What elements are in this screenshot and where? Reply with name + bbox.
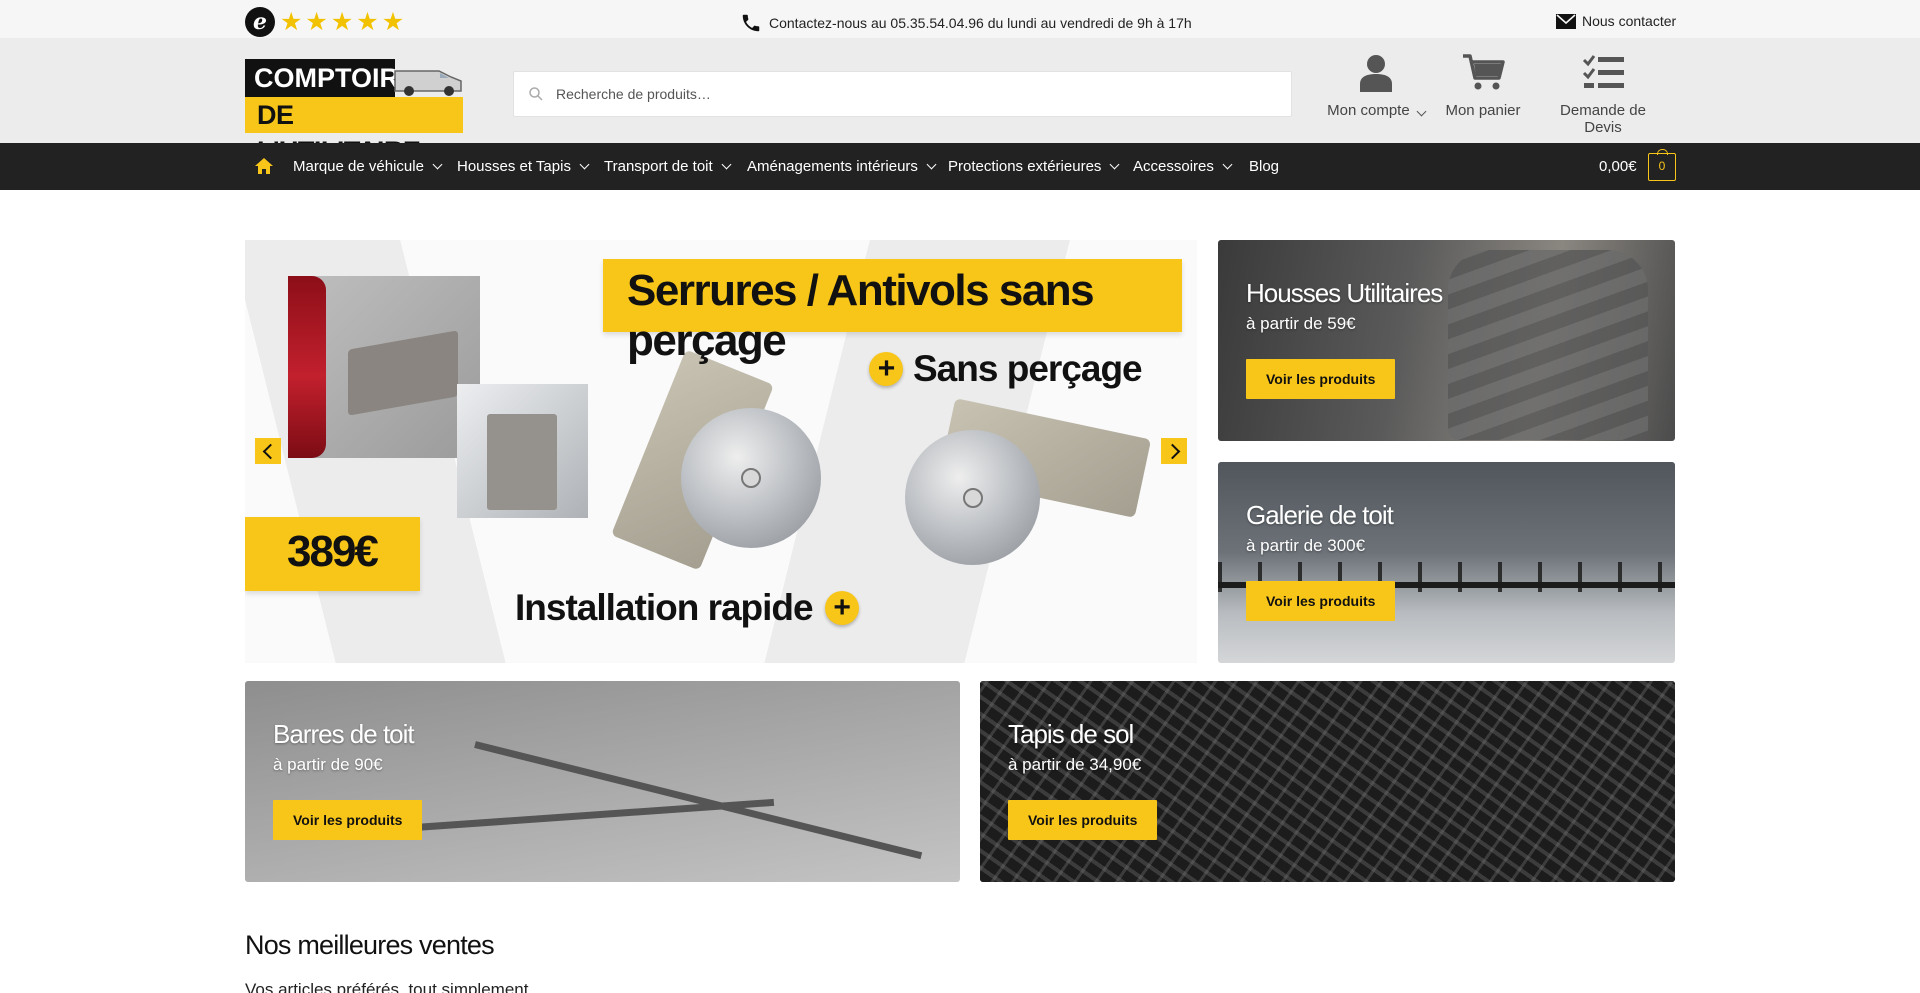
hero-price-band: 389€ [245,517,420,591]
chevron-down-icon [721,159,732,170]
star-icon: ★ [305,8,328,36]
star-icon: ★ [330,8,354,36]
nav-item-label: Accessoires [1133,158,1214,175]
van-door-photo [288,276,480,458]
envelope-icon [1556,13,1576,29]
top-bar: e ★ ★ ★ ★ ★ Contactez-nous au 05.35.54.0… [0,0,1920,38]
logo-line1: COMPTOIR [245,59,399,97]
keyhole-icon [741,468,761,488]
nav-item-label: Protections extérieures [948,158,1102,175]
nav-item-accessoires[interactable]: Accessoires [1133,158,1233,175]
plus-icon: + [869,352,903,386]
chevron-down-icon [1416,106,1427,117]
card-title: Housses Utilitaires [1246,278,1443,308]
contact-phone-text: Contactez-nous au 05.35.54.04.96 du lund… [769,15,1192,31]
promo-card-galerie[interactable]: Galerie de toit à partir de 300€ Voir le… [1218,462,1675,663]
lock-plate-image [487,414,557,510]
seat-image [1448,250,1648,440]
nav-item-blog[interactable]: Blog [1249,158,1279,175]
promo-card-tapis[interactable]: Tapis de sol à partir de 34,90€ Voir les… [980,681,1675,882]
nav-item-transport[interactable]: Transport de toit [604,158,732,175]
search-bar[interactable] [513,71,1292,117]
card-title: Tapis de sol [1008,719,1134,749]
nav-item-label: Blog [1249,158,1280,175]
tail-light-image [288,276,326,458]
chevron-down-icon [579,159,590,170]
lock-plate-image [348,330,458,416]
slider-prev-arrow-icon[interactable] [255,438,281,464]
slider-next-arrow-icon[interactable] [1161,438,1187,464]
bestsellers-title: Nos meilleures ventes [245,930,495,960]
promo-card-barres[interactable]: Barres de toit à partir de 90€ Voir les … [245,681,960,882]
hero-feature-no-drill: + Sans perçage [869,348,1143,390]
cart-link[interactable]: Mon panier [1440,52,1526,119]
star-icon: ★ [356,8,379,36]
hero-headline-band: Serrures / Antivols sans perçage [603,259,1182,365]
view-products-button[interactable]: Voir les produits [1246,359,1396,399]
logo-line2: DE L'UTILITAIRE [245,97,463,166]
van-icon [394,70,462,96]
star-icon: ★ [280,8,303,36]
hero-feature-quick-install: Installation rapide + [515,587,859,629]
floor-mat-texture [980,681,1675,882]
star-icon: ★ [381,8,405,36]
nav-item-marque[interactable]: Marque de véhicule [293,158,443,175]
card-price: à partir de 59€ [1246,314,1356,333]
contact-phone-line: Contactez-nous au 05.35.54.04.96 du lund… [740,12,1192,34]
chevron-down-icon [1222,159,1233,170]
bestsellers-subtitle: Vos articles préférés, tout simplement. [245,980,534,993]
card-price: à partir de 90€ [273,755,383,774]
hero-feature-label: Sans perçage [913,348,1143,389]
ekomi-logo: e [245,7,275,37]
nav-item-label: Transport de toit [604,158,713,175]
search-icon [529,87,543,101]
user-icon [1360,55,1392,92]
contact-link[interactable]: Nous contacter [1556,13,1676,29]
account-link[interactable]: Mon compte [1320,52,1432,119]
nav-item-housses[interactable]: Housses et Tapis [457,158,590,175]
cart-label: Mon panier [1445,102,1521,119]
card-price: à partir de 34,90€ [1008,755,1142,774]
contact-link-label[interactable]: Nous contacter [1582,13,1676,29]
nav-item-label: Housses et Tapis [457,158,571,175]
search-input[interactable] [556,72,1276,116]
rating-widget[interactable]: e ★ ★ ★ ★ ★ [245,7,404,37]
hero-price: 389€ [287,527,379,576]
site-header: COMPTOIR DE L'UTILITAIRE Mon compte Mon … [0,38,1920,166]
card-price: à partir de 300€ [1246,536,1366,555]
cart-count-badge[interactable]: 0 [1648,149,1676,181]
roof-bars-image [245,681,960,882]
shopping-cart-icon [1463,54,1505,90]
lock-product-image [905,430,1040,565]
chevron-down-icon [1109,159,1120,170]
main-nav: Marque de véhicule Housses et Tapis Tran… [0,143,1920,190]
view-products-button[interactable]: Voir les produits [1008,800,1158,840]
chevron-down-icon [926,159,937,170]
home-icon[interactable] [254,157,274,175]
card-title: Galerie de toit [1246,500,1394,530]
site-logo[interactable]: COMPTOIR DE L'UTILITAIRE [245,59,465,166]
account-label: Mon compte [1327,102,1410,119]
promo-card-housses[interactable]: Housses Utilitaires à partir de 59€ Voir… [1218,240,1675,441]
card-title: Barres de toit [273,719,415,749]
lock-detail-photo [457,384,588,518]
hero-feature-label: Installation rapide [515,587,814,628]
checklist-icon [1582,55,1624,88]
phone-icon [742,14,760,32]
cart-total[interactable]: 0,00€ [1599,158,1637,175]
chevron-down-icon [432,159,443,170]
quote-link[interactable]: Demande de Devis [1540,52,1666,136]
nav-item-label: Aménagements intérieurs [747,158,918,175]
view-products-button[interactable]: Voir les produits [273,800,423,840]
keyhole-icon [962,487,983,508]
lock-product-image [681,408,821,548]
nav-item-protections[interactable]: Protections extérieures [948,158,1120,175]
hero-slider[interactable]: Serrures / Antivols sans perçage + Sans … [245,240,1197,663]
nav-item-label: Marque de véhicule [293,158,424,175]
quote-label: Demande de Devis [1560,102,1646,136]
nav-item-amenagements[interactable]: Aménagements intérieurs [747,158,937,175]
plus-icon: + [824,591,859,625]
view-products-button[interactable]: Voir les produits [1246,581,1396,621]
